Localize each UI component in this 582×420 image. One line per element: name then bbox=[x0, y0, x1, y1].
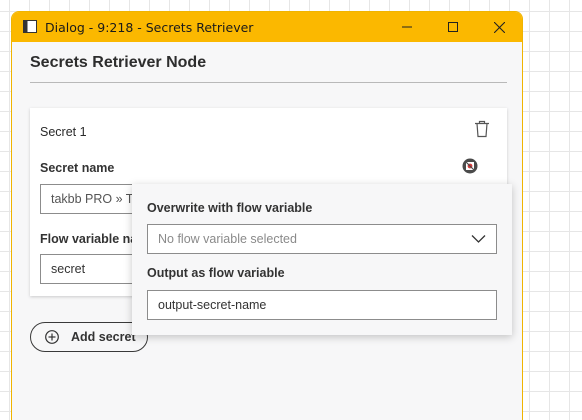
output-flow-variable-label: Output as flow variable bbox=[147, 266, 285, 280]
plus-circle-icon bbox=[45, 330, 59, 344]
overwrite-flow-variable-label: Overwrite with flow variable bbox=[147, 201, 313, 215]
flow-variable-name-label: Flow variable na bbox=[40, 232, 132, 246]
add-secret-button[interactable]: Add secret bbox=[30, 322, 148, 352]
heading-divider bbox=[30, 82, 507, 83]
close-button[interactable] bbox=[476, 12, 522, 42]
chevron-down-icon bbox=[471, 235, 486, 243]
minimize-icon bbox=[402, 26, 412, 28]
window-icon bbox=[23, 20, 37, 33]
dialog-heading: Secrets Retriever Node bbox=[30, 54, 207, 71]
flow-variable-popover: Overwrite with flow variable No flow var… bbox=[132, 184, 512, 335]
maximize-button[interactable] bbox=[430, 12, 476, 42]
close-icon bbox=[493, 21, 505, 33]
flow-variable-icon[interactable] bbox=[462, 158, 478, 174]
minimize-button[interactable] bbox=[384, 12, 430, 42]
maximize-icon bbox=[448, 22, 458, 32]
secret-name-label: Secret name bbox=[40, 161, 115, 175]
window-title: Dialog - 9:218 - Secrets Retriever bbox=[45, 20, 254, 35]
secret-card-title: Secret 1 bbox=[40, 125, 87, 139]
overwrite-flow-variable-select[interactable]: No flow variable selected bbox=[147, 224, 497, 254]
select-value: No flow variable selected bbox=[158, 232, 297, 246]
add-secret-label: Add secret bbox=[71, 330, 136, 344]
title-bar[interactable]: Dialog - 9:218 - Secrets Retriever bbox=[12, 12, 522, 42]
trash-icon[interactable] bbox=[474, 120, 490, 138]
output-flow-variable-field[interactable]: output-secret-name bbox=[147, 290, 497, 320]
